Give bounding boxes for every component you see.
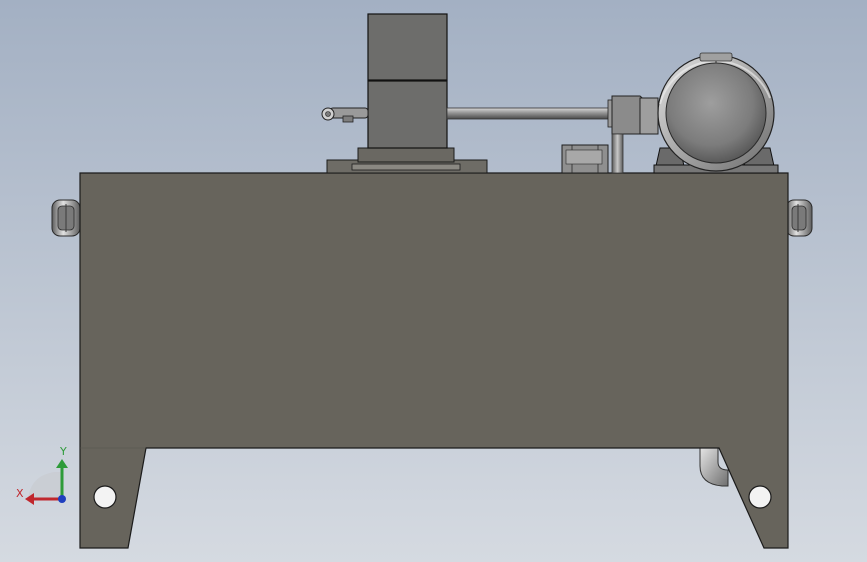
x-axis-label: X: [16, 487, 24, 500]
pressure-pipe: [446, 107, 616, 120]
pump-fitting: [607, 95, 659, 135]
y-axis-label: Y: [59, 445, 67, 458]
right-mount-hole: [748, 485, 772, 509]
model-canvas[interactable]: Y X: [0, 0, 867, 562]
right-handle: [785, 199, 813, 237]
valve-block-upper: [367, 13, 448, 81]
left-mount-hole: [93, 485, 117, 509]
valve-block-lower: [367, 80, 448, 149]
suction-pipe: [611, 133, 624, 174]
filler-cap: [561, 144, 609, 174]
left-handle: [51, 199, 81, 237]
z-axis-point: [58, 495, 66, 503]
cad-viewport[interactable]: Y X: [0, 0, 867, 562]
